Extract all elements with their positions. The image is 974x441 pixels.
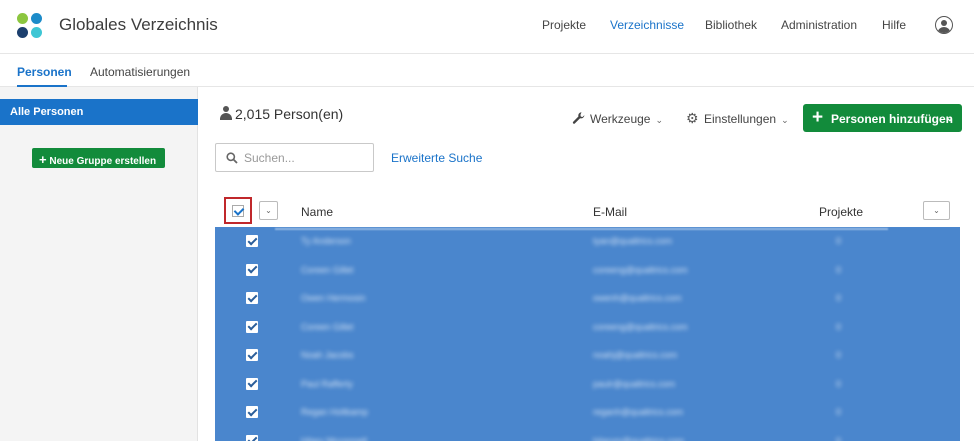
row-checkbox[interactable] (246, 349, 258, 361)
nav-projects[interactable]: Projekte (542, 18, 586, 32)
sidebar-item-all-people[interactable]: Alle Personen (0, 99, 198, 125)
row-projects: 0 (836, 321, 842, 332)
row-projects: 0 (836, 264, 842, 275)
settings-label: Einstellungen (704, 112, 777, 126)
row-name: Hilary Mcconnell (301, 435, 368, 441)
tools-dropdown[interactable]: Werkzeuge ⌄ (590, 112, 663, 126)
chevron-down-icon: ⌄ (946, 113, 954, 123)
table-row[interactable]: Paul Rafferty paulr@qualtrics.com 0 (215, 370, 960, 399)
row-projects: 0 (836, 293, 842, 303)
column-header-name[interactable]: Name (301, 205, 333, 219)
search-field[interactable] (215, 143, 374, 172)
row-projects: 0 (836, 407, 842, 417)
new-group-button[interactable]: + Neue Gruppe erstellen (32, 148, 165, 168)
chevron-down-icon: ⌄ (781, 115, 789, 125)
row-checkbox[interactable] (246, 377, 258, 390)
row-projects: 0 (836, 378, 842, 389)
people-count: 2,015 Person(en) (235, 106, 344, 122)
settings-dropdown[interactable]: Einstellungen ⌄ (704, 112, 789, 126)
row-projects: 0 (836, 236, 842, 246)
gear-icon: ⚙ (686, 110, 699, 126)
person-icon (220, 106, 232, 120)
row-email: noahj@qualtrics.com (593, 350, 678, 360)
row-email: tyan@qualtrics.com (593, 236, 673, 246)
app-logo-icon[interactable] (17, 13, 43, 39)
sidebar-item-label: Alle Personen (10, 106, 84, 118)
column-header-projects[interactable]: Projekte (819, 205, 863, 219)
table-row[interactable]: Noah Jacobs noahj@qualtrics.com 0 (215, 341, 960, 370)
table-row[interactable]: Coreen Gillet coreeng@qualtrics.com 0 (215, 256, 960, 285)
add-people-button[interactable]: + Personen hinzufügen ⌄ (803, 104, 962, 132)
plus-icon: + (812, 107, 824, 128)
row-name: Regan Holtkamp (301, 407, 369, 417)
people-table-body: Ty Anderson tyan@qualtrics.com 0 Coreen Gil… (215, 227, 960, 441)
row-name: Owen Hermosin (301, 293, 366, 303)
search-input[interactable] (244, 150, 369, 166)
row-checkbox[interactable] (246, 235, 258, 247)
new-group-button-label: Neue Gruppe erstellen (49, 156, 157, 167)
table-row[interactable]: Hilary Mcconnell hilarym@qualtrics.com 0 (215, 427, 960, 441)
row-projects: 0 (836, 350, 842, 360)
table-row[interactable]: Coreen Gillet coreeng@qualtrics.com 0 (215, 313, 960, 342)
row-email: reganh@qualtrics.com (593, 407, 684, 417)
row-checkbox[interactable] (246, 434, 258, 441)
add-people-label: Personen hinzufügen (831, 112, 954, 126)
row-name: Noah Jacobs (301, 350, 354, 360)
select-options-dropdown[interactable]: ⌄ (259, 201, 278, 220)
chevron-down-icon: ⌄ (265, 206, 272, 215)
nav-library[interactable]: Bibliothek (705, 18, 757, 32)
column-options-dropdown[interactable]: ⌄ (923, 201, 950, 220)
sub-navigation: Personen Automatisierungen (0, 54, 974, 87)
row-name: Paul Rafferty (301, 378, 353, 389)
row-email: coreeng@qualtrics.com (593, 264, 688, 275)
tab-automations[interactable]: Automatisierungen (90, 65, 190, 79)
advanced-search-link[interactable]: Erweiterte Suche (391, 151, 482, 165)
table-row[interactable]: Regan Holtkamp reganh@qualtrics.com 0 (215, 398, 960, 427)
row-name: Coreen Gillet (301, 264, 354, 275)
nav-administration[interactable]: Administration (781, 18, 857, 32)
row-projects: 0 (836, 435, 842, 441)
user-circle-icon[interactable] (935, 16, 953, 34)
table-row[interactable]: Owen Hermosin owenh@qualtrics.com 0 (215, 284, 960, 313)
select-all-checkbox[interactable] (232, 205, 244, 217)
wrench-icon (572, 112, 585, 124)
chevron-down-icon: ⌄ (933, 206, 940, 215)
search-icon (226, 152, 238, 164)
nav-directories[interactable]: Verzeichnisse (610, 18, 684, 32)
sidebar: Alle Personen + Neue Gruppe erstellen (0, 87, 198, 441)
nav-help[interactable]: Hilfe (882, 18, 906, 32)
tools-label: Werkzeuge (590, 112, 651, 126)
plus-icon: + (39, 152, 47, 167)
row-name: Coreen Gillet (301, 321, 354, 332)
row-checkbox[interactable] (246, 263, 258, 276)
row-email: owenh@qualtrics.com (593, 293, 682, 303)
select-all-highlight (224, 197, 252, 224)
row-checkbox[interactable] (246, 292, 258, 304)
row-email: paulr@qualtrics.com (593, 378, 676, 389)
row-checkbox[interactable] (246, 320, 258, 333)
row-email: hilarym@qualtrics.com (593, 435, 685, 441)
page-title: Globales Verzeichnis (59, 15, 218, 34)
row-name: Ty Anderson (301, 236, 352, 246)
tab-people[interactable]: Personen (17, 65, 72, 79)
top-bar: Globales Verzeichnis Projekte Verzeichni… (0, 0, 974, 54)
row-email: coreeng@qualtrics.com (593, 321, 688, 332)
row-checkbox[interactable] (246, 406, 258, 418)
chevron-down-icon: ⌄ (655, 115, 664, 125)
column-header-email[interactable]: E-Mail (593, 205, 627, 219)
table-row[interactable]: Ty Anderson tyan@qualtrics.com 0 (215, 227, 960, 256)
